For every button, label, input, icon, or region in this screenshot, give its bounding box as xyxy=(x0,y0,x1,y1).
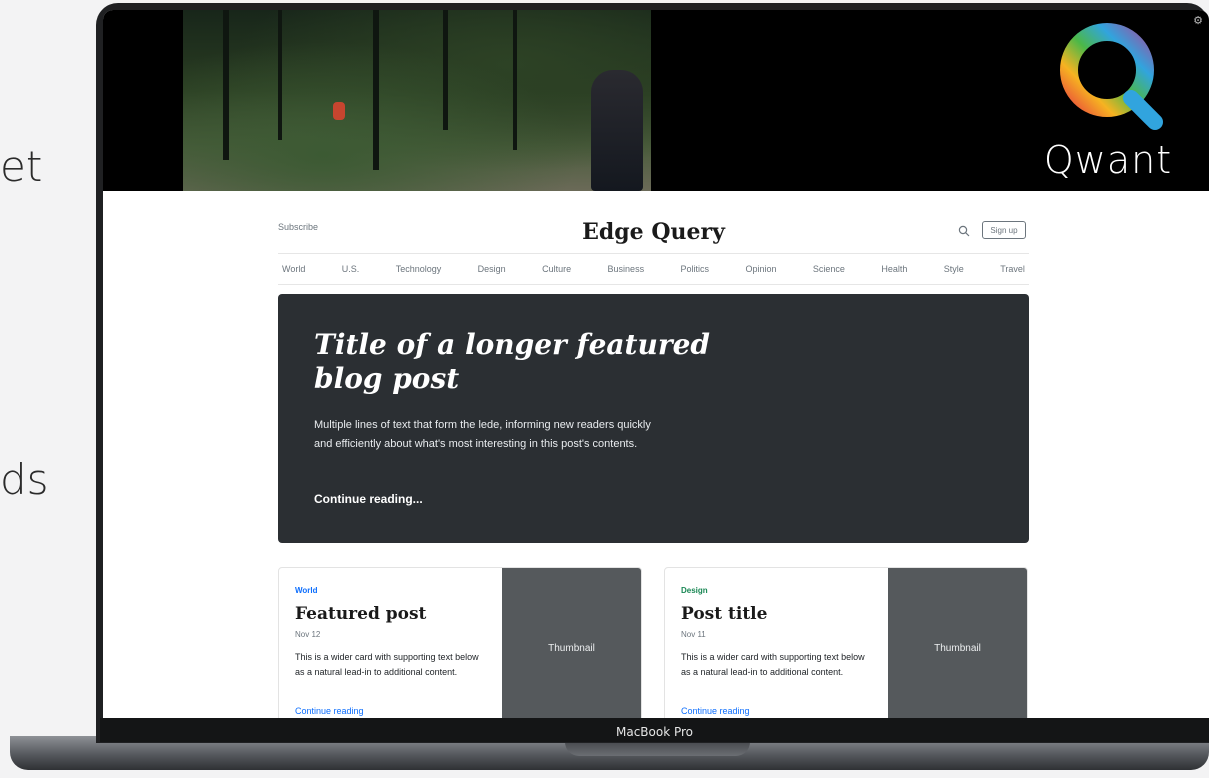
card-thumbnail: Thumbnail xyxy=(502,568,641,718)
card-title: Post title xyxy=(681,604,768,624)
card-thumbnail: Thumbnail xyxy=(888,568,1027,718)
settings-icon[interactable]: ⚙ xyxy=(1193,14,1203,27)
tree-trunk xyxy=(443,10,448,130)
blog-page: Subscribe Edge Query Sign up World U.S. … xyxy=(278,191,1029,718)
card-text: This is a wider card with supporting tex… xyxy=(681,652,865,677)
nav-item-health[interactable]: Health xyxy=(881,264,907,274)
nav-item-science[interactable]: Science xyxy=(813,264,845,274)
card-date: Nov 11 xyxy=(681,630,706,639)
featured-hero: Title of a longer featured blog post Mul… xyxy=(278,294,1029,543)
card-text: This is a wider card with supporting tex… xyxy=(295,652,479,677)
qwant-mark-icon xyxy=(1060,23,1163,130)
category-nav: World U.S. Technology Design Culture Bus… xyxy=(278,253,1029,285)
background-text-fragment: et xyxy=(0,142,43,191)
nav-item-business[interactable]: Business xyxy=(608,264,645,274)
background-text-fragment: ds xyxy=(0,455,49,504)
card-category: Design xyxy=(681,586,708,595)
nav-item-world[interactable]: World xyxy=(282,264,305,274)
card-continue-link[interactable]: Continue reading xyxy=(681,706,750,716)
qwant-logo: Qwant xyxy=(1033,18,1183,188)
nav-item-design[interactable]: Design xyxy=(478,264,506,274)
cyclist xyxy=(333,102,345,120)
nav-item-us[interactable]: U.S. xyxy=(342,264,360,274)
continue-reading-link[interactable]: Continue reading... xyxy=(314,492,423,506)
nav-item-technology[interactable]: Technology xyxy=(396,264,442,274)
nav-item-travel[interactable]: Travel xyxy=(1000,264,1025,274)
hero-title: Title of a longer featured blog post xyxy=(314,328,710,395)
tree-trunk xyxy=(513,10,517,150)
tree-trunk xyxy=(373,10,379,170)
nav-item-culture[interactable]: Culture xyxy=(542,264,571,274)
nav-item-politics[interactable]: Politics xyxy=(681,264,710,274)
tree-trunk xyxy=(223,10,229,160)
card-title: Featured post xyxy=(295,604,427,624)
blog-header: Subscribe Edge Query Sign up xyxy=(278,191,1029,245)
tree-trunk xyxy=(278,10,282,140)
search-icon[interactable] xyxy=(958,224,970,237)
hero-lede: Multiple lines of text that form the led… xyxy=(314,419,651,450)
blog-brand[interactable]: Edge Query xyxy=(278,219,1029,245)
device-label: MacBook Pro xyxy=(100,718,1209,742)
card-category: World xyxy=(295,586,318,595)
video-frame xyxy=(183,10,651,191)
post-card: World Featured post Nov 12 This is a wid… xyxy=(278,567,642,718)
video-banner[interactable]: Qwant ⚙ xyxy=(103,10,1209,191)
nav-item-style[interactable]: Style xyxy=(944,264,964,274)
post-card: Design Post title Nov 11 This is a wider… xyxy=(664,567,1028,718)
nav-item-opinion[interactable]: Opinion xyxy=(745,264,776,274)
person-silhouette xyxy=(591,70,643,191)
signup-button[interactable]: Sign up xyxy=(982,221,1026,239)
laptop-screen: Qwant ⚙ Subscribe Edge Query Sign up Wor… xyxy=(103,10,1209,718)
card-date: Nov 12 xyxy=(295,630,321,639)
card-continue-link[interactable]: Continue reading xyxy=(295,706,364,716)
qwant-wordmark: Qwant xyxy=(1043,138,1173,182)
